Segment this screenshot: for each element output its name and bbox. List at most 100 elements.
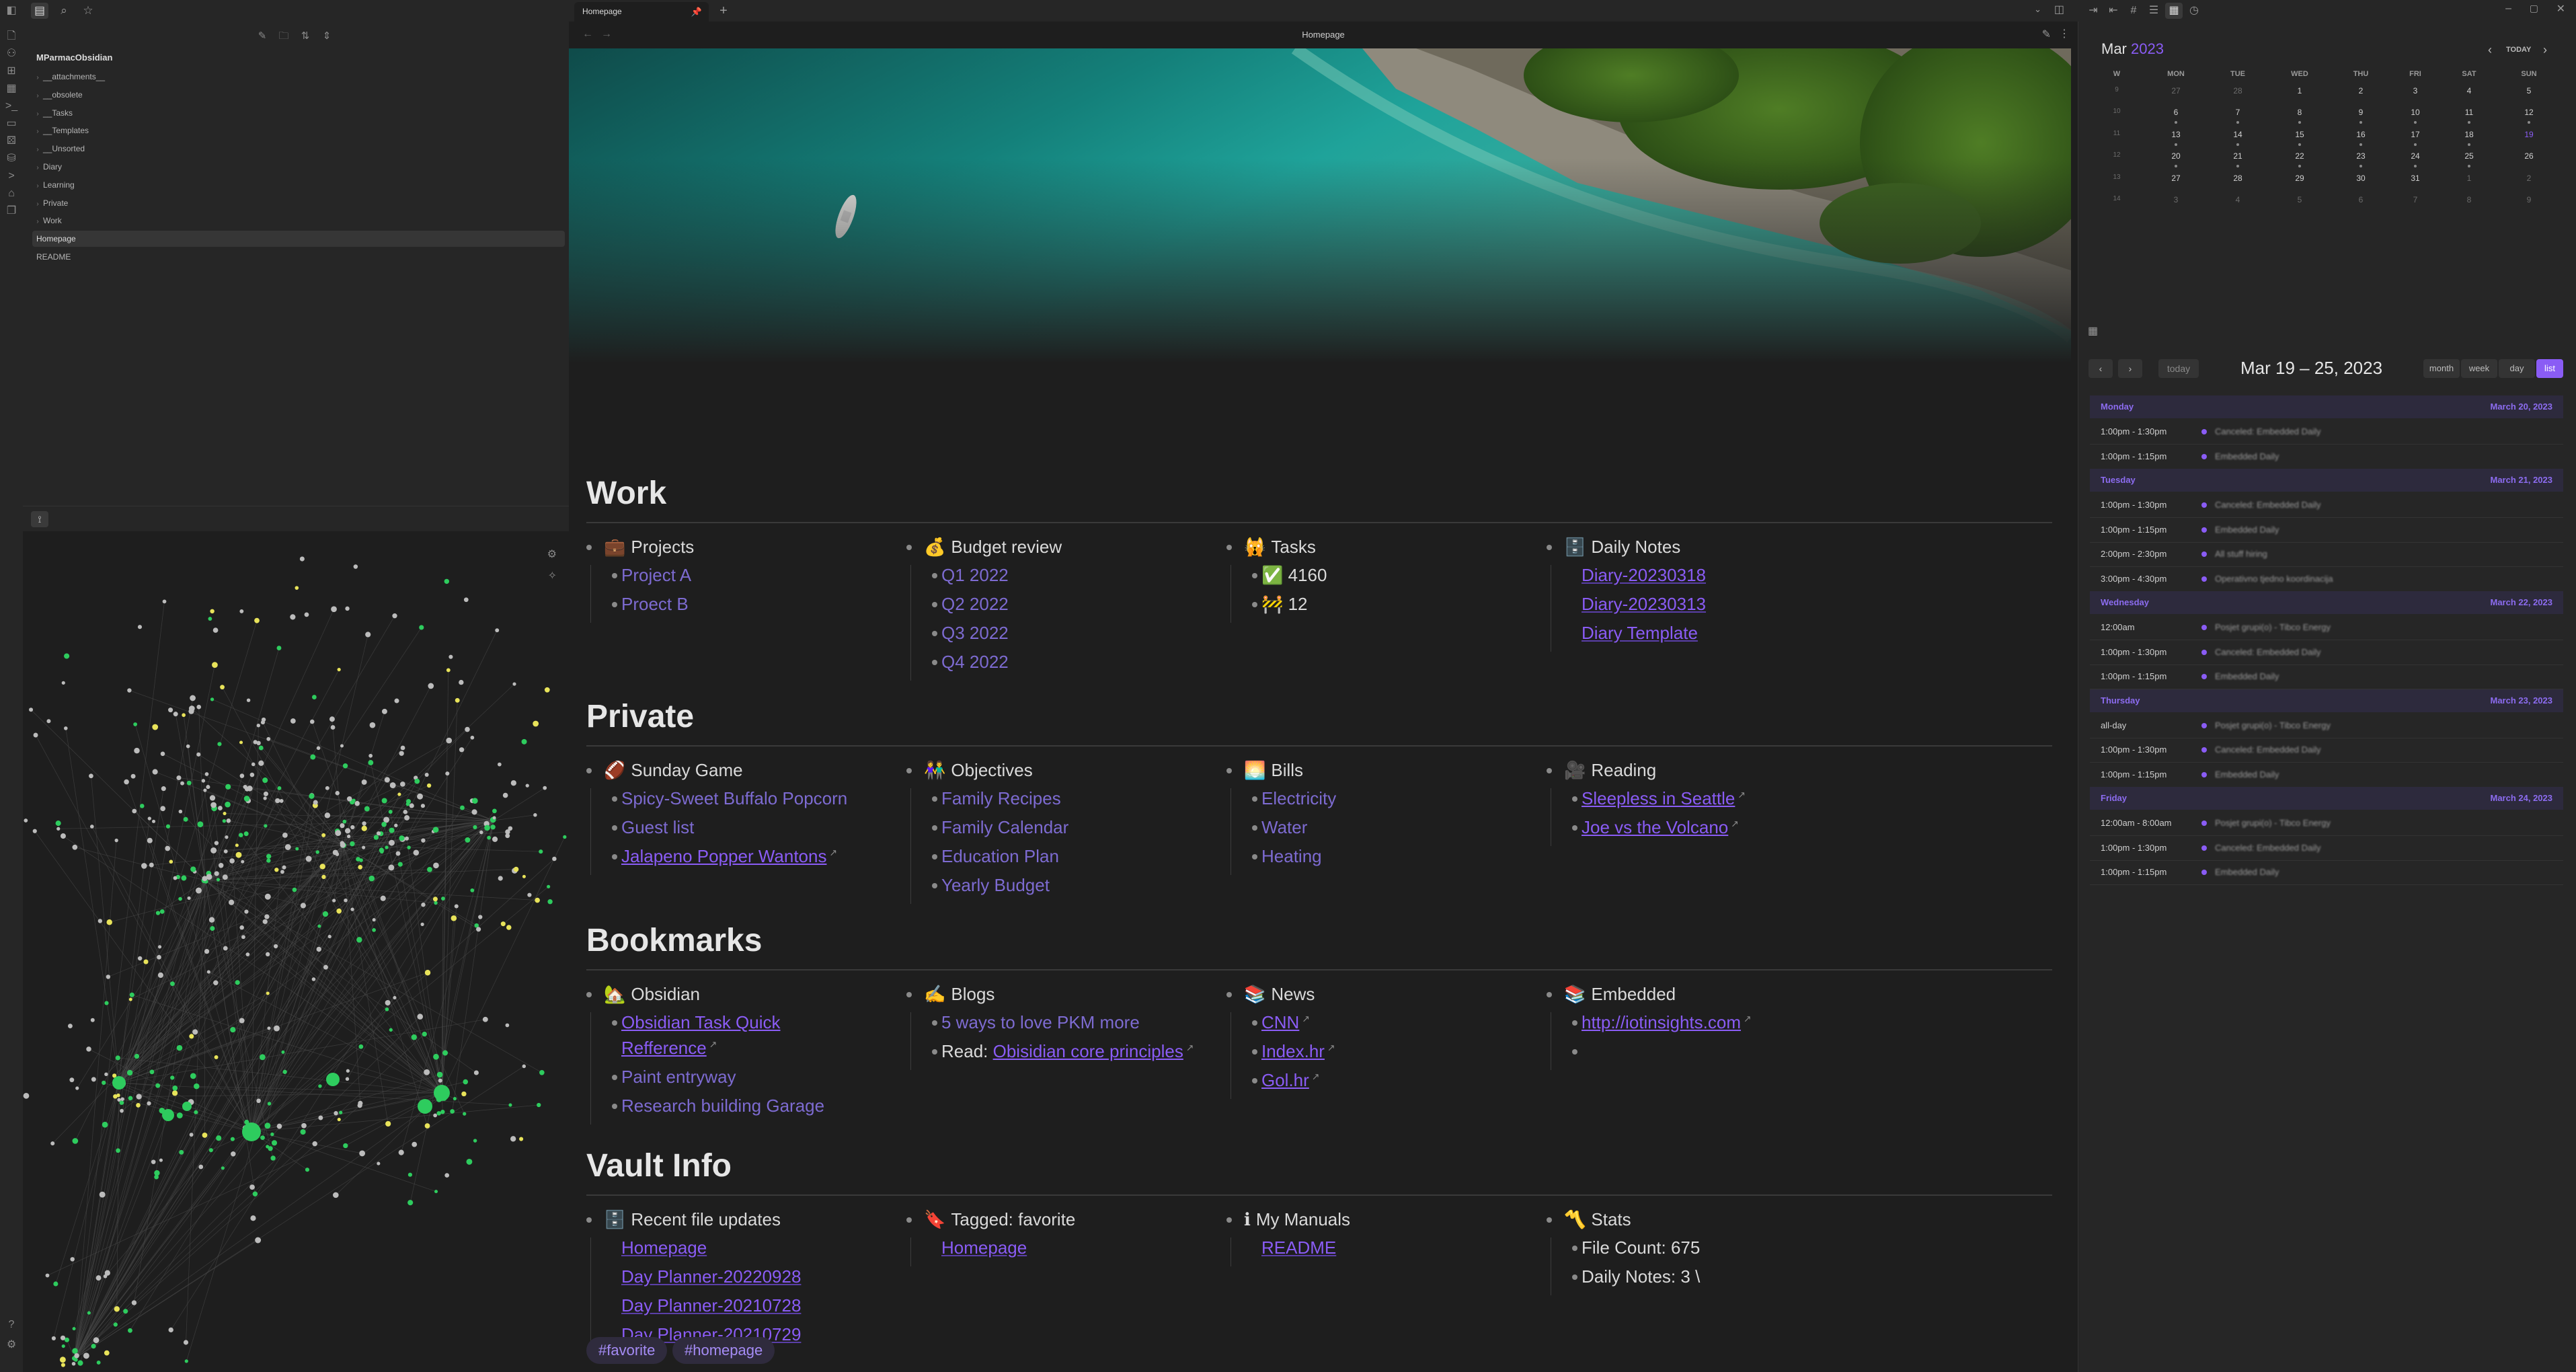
graph-node[interactable] [421,903,426,907]
collapse-icon[interactable]: ⇕ [320,30,334,43]
graph-node[interactable] [230,1026,236,1033]
graph-node[interactable] [304,612,309,617]
graph-node[interactable] [385,1120,391,1127]
graph-node[interactable] [539,1069,545,1075]
graph-node[interactable] [258,745,264,751]
graph-node[interactable] [340,823,345,829]
calendar-day[interactable]: 4 [2218,195,2258,204]
folder-item[interactable]: › Diary [32,159,561,175]
graph-node[interactable] [131,1300,137,1305]
calendar-day[interactable]: 3 [2156,195,2196,204]
graph-node[interactable] [344,898,348,903]
graph-node[interactable] [505,1023,510,1028]
graph-node[interactable] [96,1361,101,1365]
graph-node[interactable] [409,803,414,808]
graph-node[interactable] [519,1137,524,1141]
graph-node[interactable] [361,825,367,831]
graph-node[interactable] [295,847,299,851]
graph-node[interactable] [258,760,264,766]
graph-node[interactable] [399,751,404,756]
graph-node[interactable] [329,716,335,722]
graph-node[interactable] [90,1018,95,1022]
graph-node[interactable] [343,1143,348,1149]
graph-node[interactable] [344,828,351,834]
new-note-icon[interactable]: ✎ [256,30,269,43]
graph-node[interactable] [235,843,239,847]
agenda-event[interactable]: 1:00pm - 1:30pm Canceled: Embedded Daily [2090,836,2563,861]
graph-node[interactable] [350,841,355,847]
internal-link[interactable]: Electricity [1261,788,1336,808]
graph-node[interactable] [45,1273,50,1278]
graph-node[interactable] [251,762,256,767]
graph-node[interactable] [368,760,374,765]
graph-node[interactable] [309,719,315,724]
calendar-day[interactable]: 12 [2509,108,2549,117]
graph-node[interactable] [394,823,398,827]
graph-node[interactable] [32,829,37,833]
graph-node[interactable] [162,599,167,604]
external-link[interactable]: Sleepless in Seattle [1582,788,1735,808]
graph-node[interactable] [274,868,279,872]
graph-node[interactable] [364,806,370,812]
graph-node[interactable] [170,1075,175,1080]
graph-node[interactable] [206,785,210,790]
calendar-day[interactable]: 16 [2341,130,2381,139]
internal-link[interactable]: Spicy-Sweet Buffalo Popcorn [621,788,847,808]
graph-node[interactable] [399,782,405,787]
graph-node[interactable] [395,851,401,856]
graph-node[interactable] [186,744,190,749]
graph-node[interactable] [69,1077,75,1083]
graph-node[interactable] [70,1257,75,1262]
graph-node[interactable] [155,911,161,915]
graph-node[interactable] [321,833,326,837]
graph-node[interactable] [157,954,161,960]
graph-node[interactable] [213,980,219,985]
command-icon[interactable]: > [5,169,18,183]
graph-node[interactable] [259,1054,266,1061]
graph-node[interactable] [398,1149,404,1155]
graph-node[interactable] [322,911,329,917]
search-tab-icon[interactable]: ⌕ [55,3,73,19]
graph-node[interactable] [120,1097,124,1101]
graph-node[interactable] [389,827,395,833]
calendar-day[interactable]: 3 [2395,86,2435,96]
tag-pill[interactable]: #favorite [586,1337,668,1364]
graph-node[interactable] [72,844,78,850]
graph-node[interactable] [353,564,358,569]
graph-node[interactable] [422,1031,427,1037]
graph-node[interactable] [339,1110,343,1114]
graph-node[interactable] [147,1101,151,1106]
graph-node[interactable] [434,1190,438,1194]
calendar-day[interactable]: 5 [2279,195,2320,204]
graph-node[interactable] [165,824,171,829]
graph-node[interactable] [141,863,147,869]
graph-node[interactable] [97,919,103,923]
graph-node[interactable] [106,919,112,925]
graph-node[interactable] [136,1103,141,1108]
graph-node[interactable] [120,1108,124,1113]
graph-node[interactable] [426,783,432,788]
graph-node[interactable] [64,653,70,659]
graph-node[interactable] [472,798,478,804]
sidebar-toggle-icon[interactable]: ◧ [5,4,18,17]
graph-node[interactable] [134,747,140,754]
graph-node[interactable] [61,681,65,685]
calendar-day[interactable]: 28 [2218,86,2258,96]
graph-node[interactable] [264,893,271,900]
graph-node[interactable] [276,1123,282,1129]
graph-node[interactable] [210,609,214,614]
graph-node[interactable] [350,825,355,830]
graph-hub-node[interactable] [162,1109,174,1121]
graph-node[interactable] [301,1122,307,1129]
graph-node[interactable] [60,1335,66,1340]
graph-node[interactable] [149,1069,155,1075]
graph-node[interactable] [424,773,429,777]
internal-link[interactable]: Guest list [621,817,694,837]
graph-node[interactable] [438,1078,442,1083]
graph-node[interactable] [273,944,278,949]
graph-node[interactable] [500,921,506,927]
graph-node[interactable] [208,917,215,923]
graph-node[interactable] [305,855,312,862]
graph-node[interactable] [214,1055,219,1059]
graph-node[interactable] [384,777,390,783]
